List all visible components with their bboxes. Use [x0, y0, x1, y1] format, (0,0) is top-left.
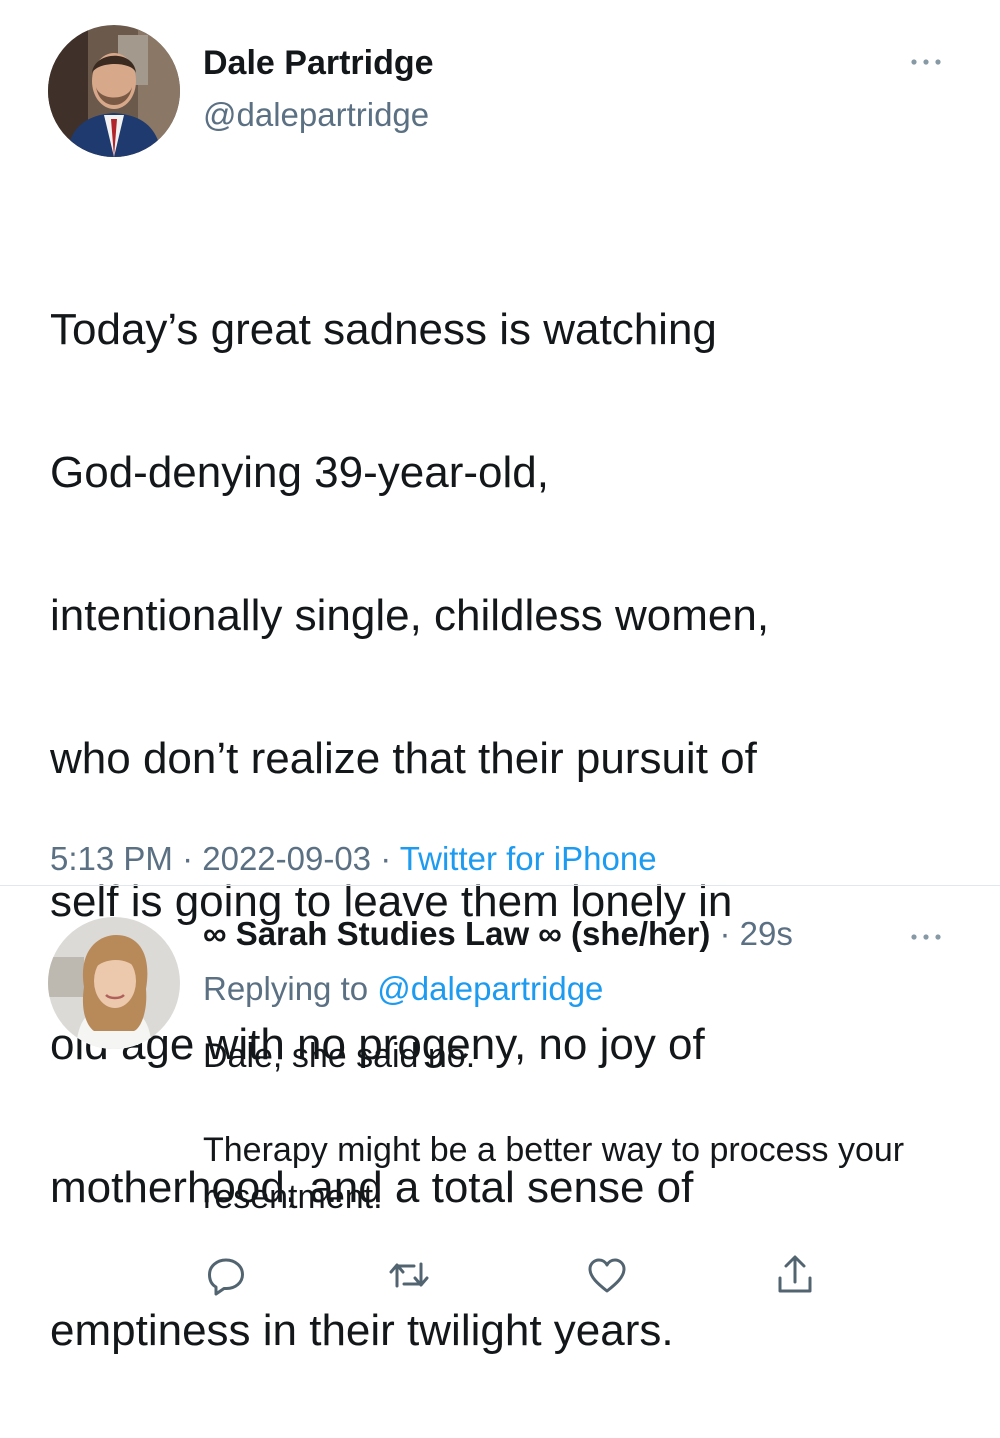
reply-paragraph: Therapy might be a better way to process…	[203, 1131, 905, 1216]
replying-to: Replying to @dalepartridge	[203, 970, 603, 1008]
author-name[interactable]: Dale Partridge	[203, 44, 434, 83]
tweet-date[interactable]: 2022-09-03	[202, 840, 371, 877]
like-button[interactable]	[584, 1252, 630, 1298]
avatar-photo	[48, 917, 180, 1049]
reply-header: ∞ Sarah Studies Law ∞ (she/her) · 29s	[203, 915, 793, 953]
avatar-photo	[48, 25, 180, 157]
more-horizontal-icon	[911, 934, 941, 940]
reply-text: Dale, she said no. Therapy might be a be…	[203, 1033, 963, 1221]
reply-timestamp[interactable]: 29s	[740, 915, 793, 952]
reply-display-name[interactable]: ∞ Sarah Studies Law ∞ (she/her)	[203, 915, 710, 952]
author-handle[interactable]: @dalepartridge	[203, 96, 429, 134]
tweet-text: Today’s great sadness is watching God-de…	[50, 222, 980, 1438]
reply-paragraph: Dale, she said no.	[203, 1037, 476, 1075]
tweet-meta: 5:13 PM · 2022-09-03 · Twitter for iPhon…	[50, 840, 657, 878]
more-options-button[interactable]	[904, 52, 948, 72]
heart-icon	[588, 1258, 626, 1293]
author-avatar[interactable]	[48, 25, 180, 157]
tweet-time[interactable]: 5:13 PM	[50, 840, 173, 877]
reply-author-avatar[interactable]	[48, 917, 180, 1049]
tweet-text-line: emptiness in their twilight years.	[50, 1305, 674, 1355]
tweet-text-line: intentionally single, childless women,	[50, 590, 770, 640]
tweet-source-link[interactable]: Twitter for iPhone	[400, 840, 657, 877]
more-horizontal-icon	[911, 59, 941, 65]
reply-bubble-icon	[208, 1258, 244, 1296]
reply-more-options-button[interactable]	[904, 927, 948, 947]
tweet-text-line: God-denying 39-year-old,	[50, 447, 549, 497]
share-button[interactable]	[772, 1252, 818, 1298]
meta-separator: ·	[710, 915, 740, 952]
retweet-button[interactable]	[386, 1252, 432, 1298]
meta-separator: ·	[172, 840, 203, 877]
replying-to-mention[interactable]: @dalepartridge	[377, 970, 603, 1007]
reply-button[interactable]	[203, 1252, 249, 1298]
tweet-text-line: who don’t realize that their pursuit of	[50, 733, 757, 783]
divider	[0, 885, 1000, 886]
replying-to-label: Replying to	[203, 970, 378, 1007]
share-icon	[778, 1255, 812, 1293]
meta-separator: ·	[371, 840, 400, 877]
retweet-icon	[389, 1262, 429, 1288]
tweet-text-line: Today’s great sadness is watching	[50, 304, 717, 354]
